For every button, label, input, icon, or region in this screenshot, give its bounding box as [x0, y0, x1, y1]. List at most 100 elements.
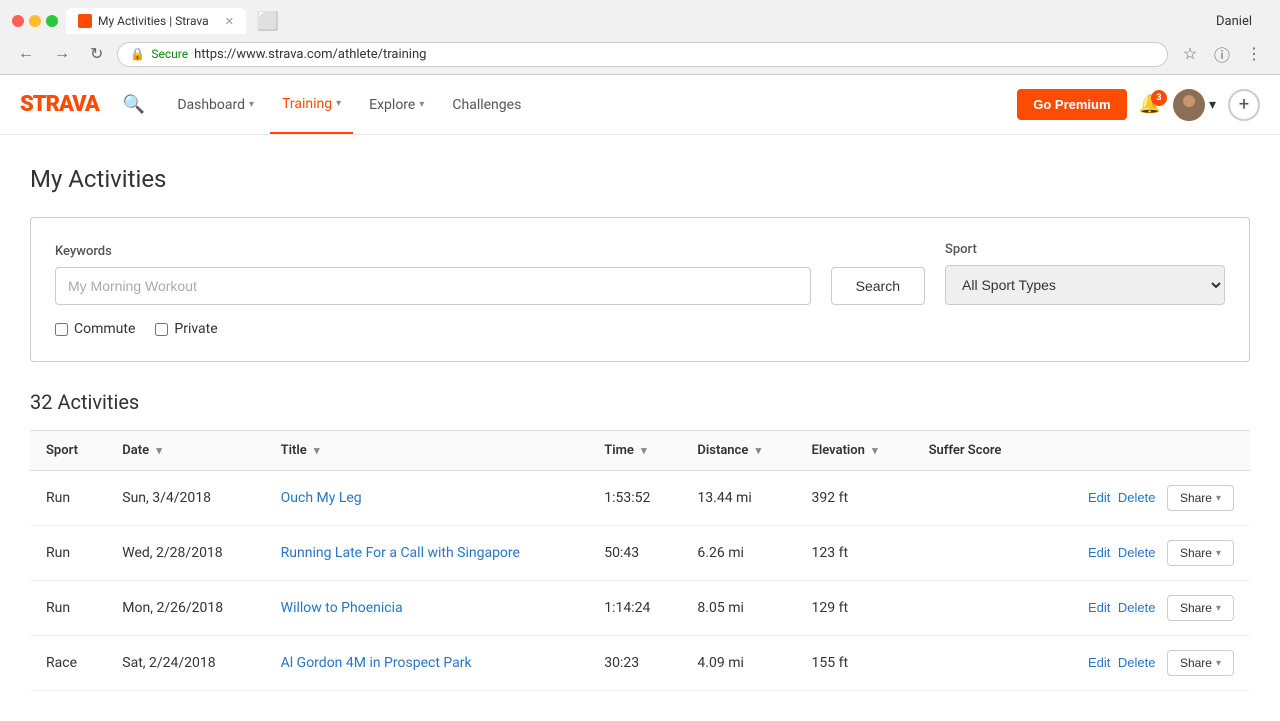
- delete-button-0[interactable]: Delete: [1118, 490, 1156, 505]
- sport-select[interactable]: All Sport Types Run Ride Swim Walk Hike …: [945, 265, 1225, 305]
- nav-training[interactable]: Training ▾: [270, 76, 353, 134]
- search-panel: Keywords Search Sport All Sport Types Ru…: [30, 217, 1250, 362]
- private-checkbox-label: Private: [155, 321, 217, 337]
- cell-distance-3: 4.09 mi: [681, 636, 795, 691]
- tab-close-button[interactable]: ✕: [225, 15, 234, 28]
- title-sort-icon: ▾: [314, 444, 320, 457]
- forward-button[interactable]: →: [48, 41, 76, 67]
- th-date[interactable]: Date ▾: [106, 431, 264, 471]
- main-content: My Activities Keywords Search Sport All …: [0, 135, 1280, 721]
- share-button-2[interactable]: Share ▾: [1167, 595, 1234, 621]
- commute-checkbox-label: Commute: [55, 321, 135, 337]
- tab-favicon: [78, 14, 92, 28]
- share-button-1[interactable]: Share ▾: [1167, 540, 1234, 566]
- address-bar[interactable]: 🔒 Secure https://www.strava.com/athlete/…: [117, 42, 1168, 67]
- share-button-0[interactable]: Share ▾: [1167, 485, 1234, 511]
- commute-checkbox[interactable]: [55, 323, 68, 336]
- cell-distance-0: 13.44 mi: [681, 471, 795, 526]
- cell-elevation-0: 392 ft: [796, 471, 913, 526]
- user-avatar: [1173, 89, 1205, 121]
- th-title[interactable]: Title ▾: [265, 431, 589, 471]
- edit-button-2[interactable]: Edit: [1088, 600, 1110, 615]
- th-suffer-score: Suffer Score: [913, 431, 1038, 471]
- extensions-button[interactable]: ⓘ: [1208, 40, 1236, 68]
- explore-chevron-icon: ▾: [419, 99, 424, 110]
- search-row: Keywords Search Sport All Sport Types Ru…: [55, 242, 1225, 305]
- activity-link-2[interactable]: Willow to Phoenicia: [281, 600, 403, 616]
- activity-link-1[interactable]: Running Late For a Call with Singapore: [281, 545, 520, 561]
- elevation-sort-icon: ▾: [872, 444, 878, 457]
- share-button-3[interactable]: Share ▾: [1167, 650, 1234, 676]
- strava-app: STRAVA 🔍 Dashboard ▾ Training ▾ Explore …: [0, 75, 1280, 721]
- delete-button-1[interactable]: Delete: [1118, 545, 1156, 560]
- share-chevron-icon: ▾: [1216, 493, 1221, 504]
- table-header-row: Sport Date ▾ Title ▾ Time ▾: [30, 431, 1250, 471]
- nav-explore[interactable]: Explore ▾: [357, 77, 436, 133]
- notifications-button[interactable]: 🔔 3: [1139, 94, 1161, 115]
- search-button[interactable]: Search: [831, 267, 925, 305]
- cell-distance-2: 8.05 mi: [681, 581, 795, 636]
- browser-chrome: My Activities | Strava ✕ ⬜ Daniel ← → ↻ …: [0, 0, 1280, 75]
- private-checkbox[interactable]: [155, 323, 168, 336]
- top-nav: STRAVA 🔍 Dashboard ▾ Training ▾ Explore …: [0, 75, 1280, 135]
- cell-elevation-1: 123 ft: [796, 526, 913, 581]
- edit-button-1[interactable]: Edit: [1088, 545, 1110, 560]
- delete-button-3[interactable]: Delete: [1118, 655, 1156, 670]
- distance-sort-icon: ▾: [756, 444, 762, 457]
- browser-user-label: Daniel: [1208, 10, 1260, 33]
- user-avatar-wrapper[interactable]: ▾: [1173, 89, 1216, 121]
- cell-time-3: 30:23: [588, 636, 681, 691]
- keywords-input[interactable]: [55, 267, 811, 305]
- nav-right: Go Premium 🔔 3 ▾ +: [1017, 89, 1260, 121]
- close-window-button[interactable]: [12, 15, 24, 27]
- activities-body: Run Sun, 3/4/2018 Ouch My Leg 1:53:52 13…: [30, 471, 1250, 691]
- cell-time-2: 1:14:24: [588, 581, 681, 636]
- cell-sport-1: Run: [30, 526, 106, 581]
- training-chevron-icon: ▾: [336, 98, 341, 109]
- th-time[interactable]: Time ▾: [588, 431, 681, 471]
- table-row: Run Mon, 2/26/2018 Willow to Phoenicia 1…: [30, 581, 1250, 636]
- notification-badge: 3: [1151, 90, 1167, 106]
- activities-count: 32 Activities: [30, 390, 1250, 414]
- cell-actions-0: Edit Delete Share ▾: [1038, 471, 1250, 526]
- activity-link-3[interactable]: Al Gordon 4M in Prospect Park: [281, 655, 472, 671]
- secure-label: Secure: [151, 47, 188, 61]
- traffic-lights: [12, 15, 58, 27]
- search-icon[interactable]: 🔍: [119, 90, 149, 119]
- cell-distance-1: 6.26 mi: [681, 526, 795, 581]
- cell-time-1: 50:43: [588, 526, 681, 581]
- dashboard-chevron-icon: ▾: [249, 99, 254, 110]
- date-sort-icon: ▾: [156, 444, 162, 457]
- time-sort-icon: ▾: [641, 444, 647, 457]
- add-activity-button[interactable]: +: [1228, 89, 1260, 121]
- filter-checkboxes: Commute Private: [55, 321, 1225, 337]
- th-elevation[interactable]: Elevation ▾: [796, 431, 913, 471]
- cell-title-3: Al Gordon 4M in Prospect Park: [265, 636, 589, 691]
- back-button[interactable]: ←: [12, 41, 40, 67]
- edit-button-3[interactable]: Edit: [1088, 655, 1110, 670]
- cell-date-3: Sat, 2/24/2018: [106, 636, 264, 691]
- bookmark-button[interactable]: ☆: [1176, 40, 1204, 68]
- maximize-window-button[interactable]: [46, 15, 58, 27]
- nav-dashboard[interactable]: Dashboard ▾: [165, 77, 266, 133]
- cell-date-1: Wed, 2/28/2018: [106, 526, 264, 581]
- cell-suffer-1: [913, 526, 1038, 581]
- url-display: https://www.strava.com/athlete/training: [194, 47, 426, 62]
- page-title: My Activities: [30, 165, 1250, 193]
- nav-challenges[interactable]: Challenges: [440, 77, 533, 133]
- cell-time-0: 1:53:52: [588, 471, 681, 526]
- keywords-field: Keywords: [55, 244, 811, 305]
- premium-button[interactable]: Go Premium: [1017, 89, 1126, 120]
- browser-tab[interactable]: My Activities | Strava ✕: [66, 8, 246, 34]
- edit-button-0[interactable]: Edit: [1088, 490, 1110, 505]
- cell-elevation-3: 155 ft: [796, 636, 913, 691]
- th-distance[interactable]: Distance ▾: [681, 431, 795, 471]
- delete-button-2[interactable]: Delete: [1118, 600, 1156, 615]
- reload-button[interactable]: ↻: [84, 40, 109, 68]
- activity-link-0[interactable]: Ouch My Leg: [281, 490, 362, 506]
- cell-suffer-3: [913, 636, 1038, 691]
- minimize-window-button[interactable]: [29, 15, 41, 27]
- strava-logo[interactable]: STRAVA: [20, 92, 99, 117]
- browser-menu-button[interactable]: ⋮: [1240, 40, 1268, 68]
- new-tab-button[interactable]: ⬜: [254, 9, 282, 33]
